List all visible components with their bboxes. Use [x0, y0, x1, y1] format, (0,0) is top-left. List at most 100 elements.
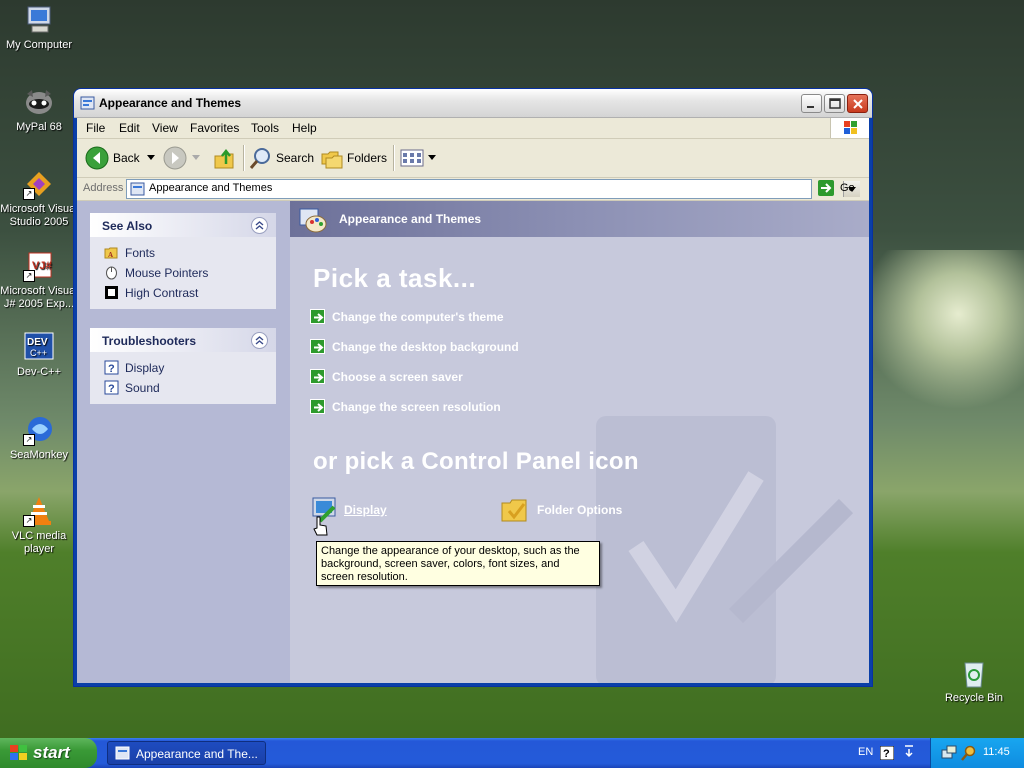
see-also-header[interactable]: See Also: [90, 213, 276, 237]
display-tooltip: Change the appearance of your desktop, s…: [316, 541, 600, 586]
menu-edit[interactable]: Edit: [119, 121, 140, 135]
desktop-icon-label: Dev-C++: [16, 366, 62, 378]
minimize-button[interactable]: [801, 94, 822, 113]
control-panel-icon: [115, 746, 130, 760]
see-also-item-label: Fonts: [125, 246, 156, 260]
see-also-item-mouse-pointers[interactable]: Mouse Pointers: [90, 263, 276, 283]
see-also-item-high-contrast[interactable]: High Contrast: [90, 283, 276, 303]
collapse-chevron-icon[interactable]: [251, 217, 268, 234]
vlc-cone-icon: ↗: [23, 495, 55, 527]
close-button[interactable]: [847, 94, 868, 113]
windows-flag-icon: [10, 745, 27, 760]
collapse-chevron-icon[interactable]: [251, 332, 268, 349]
svg-text:?: ?: [883, 748, 890, 760]
address-label: Address: [83, 182, 124, 194]
taskbar-button-appearance[interactable]: Appearance and The...: [107, 741, 266, 765]
title-bar[interactable]: Appearance and Themes: [74, 89, 872, 118]
up-folder-button[interactable]: [213, 146, 237, 170]
desktop-icon-recycle-bin[interactable]: Recycle Bin: [934, 657, 1014, 705]
address-input[interactable]: Appearance and Themes: [126, 179, 860, 199]
seamonkey-icon: ↗: [23, 414, 55, 446]
views-button[interactable]: [400, 146, 436, 170]
chevron-down-icon: [147, 155, 155, 160]
desktop-icon-visual-jsharp[interactable]: VJ# ↗ Microsoft Visual J# 2005 Exp...: [0, 250, 79, 311]
see-also-title: See Also: [102, 219, 153, 233]
back-label: Back: [113, 151, 140, 165]
search-button[interactable]: Search: [249, 146, 314, 170]
start-button[interactable]: start: [0, 738, 97, 768]
troubleshooter-item-sound[interactable]: ? Sound: [90, 378, 276, 398]
menu-help[interactable]: Help: [292, 121, 317, 135]
desktop-icon-label: Recycle Bin: [944, 692, 1004, 704]
desktop-icon-vlc[interactable]: ↗ VLC media player: [0, 495, 79, 556]
visual-studio-icon: ↗: [23, 168, 55, 200]
svg-text:?: ?: [108, 383, 115, 395]
see-also-item-fonts[interactable]: A Fonts: [90, 243, 276, 263]
desktop-icon-label: MyPal 68: [16, 121, 62, 133]
category-title: Appearance and Themes: [339, 212, 482, 226]
folders-label: Folders: [347, 151, 388, 165]
shortcut-arrow-icon: ↗: [23, 270, 35, 282]
task-arrow-icon: [310, 339, 325, 354]
task-arrow-icon: [310, 369, 325, 384]
desktop-icon-label: SeaMonkey: [9, 449, 69, 461]
toolbar-separator: [393, 145, 395, 171]
menu-view[interactable]: View: [152, 121, 178, 135]
menu-favorites[interactable]: Favorites: [190, 121, 239, 135]
network-icon[interactable]: [941, 745, 957, 761]
svg-text:C++: C++: [30, 348, 47, 358]
menu-tools[interactable]: Tools: [251, 121, 279, 135]
desktop-icon-mypal[interactable]: MyPal 68: [0, 86, 79, 134]
task-label: Choose a screen saver: [332, 370, 463, 384]
help-icon: ?: [104, 360, 119, 375]
taskbar-button-label: Appearance and The...: [136, 747, 258, 761]
language-bar-options-icon[interactable]: [904, 744, 914, 760]
chevron-down-icon: [428, 155, 436, 160]
shortcut-arrow-icon: ↗: [23, 188, 35, 200]
troubleshooter-item-label: Sound: [125, 381, 160, 395]
folders-button[interactable]: Folders: [320, 146, 388, 170]
up-folder-icon: [214, 148, 234, 169]
troubleshooters-panel: Troubleshooters ? Display ? Sound: [90, 328, 276, 404]
desktop-icon-seamonkey[interactable]: ↗ SeaMonkey: [0, 414, 79, 462]
back-button[interactable]: Back: [85, 146, 155, 170]
help-icon: ?: [104, 380, 119, 395]
troubleshooters-header[interactable]: Troubleshooters: [90, 328, 276, 352]
appearance-palette-icon: [299, 208, 327, 233]
raccoon-icon: [23, 86, 55, 118]
recycle-bin-icon: [958, 657, 990, 689]
views-grid-icon: [400, 149, 424, 167]
forward-arrow-icon: [163, 146, 187, 170]
search-icon[interactable]: [961, 745, 977, 761]
troubleshooter-item-display[interactable]: ? Display: [90, 358, 276, 378]
desktop-icon-my-computer[interactable]: My Computer: [0, 4, 79, 52]
svg-text:A: A: [108, 251, 113, 259]
menu-file[interactable]: File: [86, 121, 105, 135]
cp-icon-folder-options[interactable]: Folder Options: [500, 495, 650, 525]
svg-text:?: ?: [108, 363, 115, 375]
mouse-icon: [106, 266, 117, 280]
forward-button[interactable]: [163, 146, 203, 170]
task-label: Change the screen resolution: [332, 400, 501, 414]
computer-icon: [23, 4, 55, 36]
desktop-icon-devcpp[interactable]: DEV C++ Dev-C++: [0, 331, 79, 379]
see-also-item-label: Mouse Pointers: [125, 266, 209, 280]
window-title: Appearance and Themes: [99, 96, 242, 110]
pick-task-heading: Pick a task...: [313, 263, 477, 293]
desktop-icon-label: VLC media player: [11, 530, 67, 555]
language-indicator[interactable]: EN: [858, 746, 873, 758]
window-client: File Edit View Favorites Tools Help Back: [77, 118, 869, 683]
jsharp-icon: VJ# ↗: [23, 250, 55, 282]
clock[interactable]: 11:45: [983, 746, 1010, 758]
help-icon[interactable]: ?: [880, 746, 894, 760]
hand-cursor-icon: [313, 516, 328, 536]
category-content: Appearance and Themes Pick a task... Cha…: [290, 201, 869, 683]
search-icon: [249, 148, 270, 169]
task-label: Change the desktop background: [332, 340, 519, 354]
folder-options-icon: [501, 499, 527, 522]
see-also-body: A Fonts Mouse Pointers High Contrast: [90, 237, 276, 309]
troubleshooter-item-label: Display: [125, 361, 165, 375]
task-arrow-icon: [310, 399, 325, 414]
desktop-icon-visual-studio[interactable]: ↗ Microsoft Visual Studio 2005: [0, 168, 79, 229]
maximize-button[interactable]: [824, 94, 845, 113]
